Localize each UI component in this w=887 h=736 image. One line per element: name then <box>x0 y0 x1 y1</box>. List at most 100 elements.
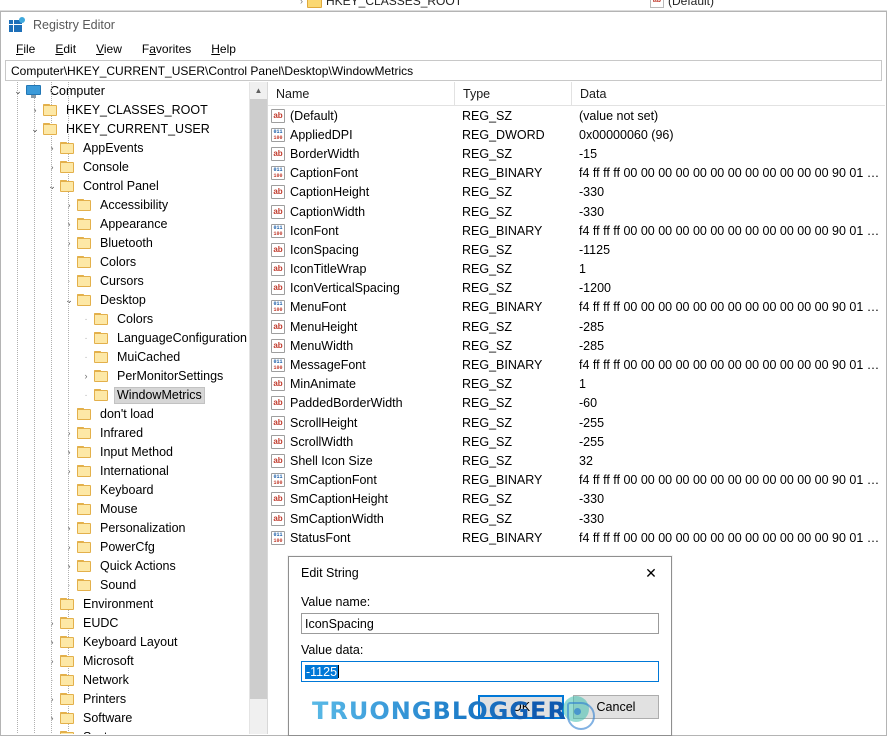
tree-item-bluetooth[interactable]: › Bluetooth <box>2 234 250 253</box>
tree-item-muicached[interactable]: · MuiCached <box>2 348 250 367</box>
table-row[interactable]: Shell Icon Size REG_SZ 32 <box>268 451 885 470</box>
tree-item-don-t-load[interactable]: · don't load <box>2 405 250 424</box>
column-header-name[interactable]: Name <box>268 82 454 105</box>
chevron-right-icon[interactable]: › <box>44 139 60 158</box>
value-name-input[interactable]: IconSpacing <box>301 613 659 634</box>
table-row[interactable]: PaddedBorderWidth REG_SZ -60 <box>268 394 885 413</box>
chevron-right-icon[interactable]: › <box>44 690 60 709</box>
table-row[interactable]: IconTitleWrap REG_SZ 1 <box>268 260 885 279</box>
tree-item-environment[interactable]: · Environment <box>2 595 250 614</box>
table-row[interactable]: 011 100 SmCaptionFont REG_BINARY f4 ff ff ff… <box>268 471 885 490</box>
tree-item-desktop[interactable]: ⌄ Desktop <box>2 291 250 310</box>
tree-item-colors[interactable]: · Colors <box>2 310 250 329</box>
chevron-right-icon[interactable]: › <box>61 424 77 443</box>
table-row[interactable]: IconVerticalSpacing REG_SZ -1200 <box>268 279 885 298</box>
value-data-input[interactable]: -1125 <box>301 661 659 682</box>
chevron-down-icon[interactable]: ⌄ <box>44 177 60 196</box>
table-row[interactable]: 011 100 StatusFont REG_BINARY f4 ff ff ff 00… <box>268 528 885 547</box>
menu-favorites[interactable]: Favorites <box>133 40 200 58</box>
tree-item-mouse[interactable]: · Mouse <box>2 500 250 519</box>
tree-item-computer[interactable]: ⌄ Computer <box>2 82 250 101</box>
table-row[interactable]: 011 100 AppliedDPI REG_DWORD 0x00000060 (96) <box>268 125 885 144</box>
table-row[interactable]: MinAnimate REG_SZ 1 <box>268 375 885 394</box>
chevron-right-icon[interactable]: › <box>27 101 43 120</box>
chevron-right-icon[interactable]: › <box>61 234 77 253</box>
tree-item-printers[interactable]: › Printers <box>2 690 250 709</box>
cancel-button[interactable]: Cancel <box>573 695 659 719</box>
tree-item-personalization[interactable]: › Personalization <box>2 519 250 538</box>
chevron-right-icon[interactable]: › <box>44 728 60 735</box>
tree-item-software[interactable]: › Software <box>2 709 250 728</box>
tree-item-appevents[interactable]: › AppEvents <box>2 139 250 158</box>
table-row[interactable]: 011 100 MenuFont REG_BINARY f4 ff ff ff 00 0… <box>268 298 885 317</box>
tree-item-eudc[interactable]: › EUDC <box>2 614 250 633</box>
chevron-right-icon[interactable]: › <box>44 633 60 652</box>
menu-help[interactable]: Help <box>202 40 245 58</box>
tree-item-accessibility[interactable]: › Accessibility <box>2 196 250 215</box>
cell-data: (value not set) <box>579 108 659 123</box>
tree-item-infrared[interactable]: › Infrared <box>2 424 250 443</box>
cell-data: f4 ff ff ff 00 00 00 00 00 00 00 00 00 0… <box>579 473 885 488</box>
chevron-right-icon[interactable]: › <box>44 158 60 177</box>
tree-item-console[interactable]: › Console <box>2 158 250 177</box>
scrollbar-thumb[interactable] <box>250 99 267 699</box>
tree-item-keyboard[interactable]: · Keyboard <box>2 481 250 500</box>
table-row[interactable]: (Default) REG_SZ (value not set) <box>268 106 885 125</box>
tree-vertical-scrollbar[interactable]: ▲ <box>249 82 267 734</box>
tree-item-languageconfiguration[interactable]: · LanguageConfiguration <box>2 329 250 348</box>
tree-item-appearance[interactable]: › Appearance <box>2 215 250 234</box>
chevron-right-icon[interactable]: › <box>61 443 77 462</box>
table-row[interactable]: 011 100 MessageFont REG_BINARY f4 ff ff ff 0… <box>268 355 885 374</box>
tree-item-hkey-classes-root[interactable]: › HKEY_CLASSES_ROOT <box>2 101 250 120</box>
column-header-data[interactable]: Data <box>571 82 885 105</box>
chevron-right-icon[interactable]: › <box>61 462 77 481</box>
chevron-right-icon[interactable]: › <box>44 614 60 633</box>
chevron-down-icon[interactable]: ⌄ <box>10 82 26 101</box>
chevron-right-icon[interactable]: › <box>78 367 94 386</box>
table-row[interactable]: 011 100 IconFont REG_BINARY f4 ff ff ff 00 0… <box>268 221 885 240</box>
menu-view[interactable]: View <box>87 40 131 58</box>
tree-item-windowmetrics[interactable]: · WindowMetrics <box>2 386 250 405</box>
tree-item-system[interactable]: › System <box>2 728 250 734</box>
tree-item-hkey-current-user[interactable]: ⌄ HKEY_CURRENT_USER <box>2 120 250 139</box>
tree-item-sound[interactable]: · Sound <box>2 576 250 595</box>
column-header-type[interactable]: Type <box>454 82 571 105</box>
tree-item-microsoft[interactable]: › Microsoft <box>2 652 250 671</box>
chevron-right-icon[interactable]: › <box>61 557 77 576</box>
tree-item-colors[interactable]: · Colors <box>2 253 250 272</box>
table-row[interactable]: CaptionHeight REG_SZ -330 <box>268 183 885 202</box>
tree-item-keyboard-layout[interactable]: › Keyboard Layout <box>2 633 250 652</box>
tree-item-powercfg[interactable]: › PowerCfg <box>2 538 250 557</box>
table-row[interactable]: ScrollHeight REG_SZ -255 <box>268 413 885 432</box>
chevron-right-icon[interactable]: › <box>44 709 60 728</box>
table-row[interactable]: SmCaptionWidth REG_SZ -330 <box>268 509 885 528</box>
tree-item-input-method[interactable]: › Input Method <box>2 443 250 462</box>
chevron-right-icon[interactable]: › <box>61 215 77 234</box>
menu-file[interactable]: File <box>7 40 44 58</box>
table-row[interactable]: MenuWidth REG_SZ -285 <box>268 336 885 355</box>
tree-item-quick-actions[interactable]: › Quick Actions <box>2 557 250 576</box>
chevron-right-icon[interactable]: › <box>61 196 77 215</box>
tree-item-permonitorsettings[interactable]: › PerMonitorSettings <box>2 367 250 386</box>
tree-item-international[interactable]: › International <box>2 462 250 481</box>
chevron-right-icon[interactable]: › <box>61 538 77 557</box>
table-row[interactable]: IconSpacing REG_SZ -1125 <box>268 240 885 259</box>
tree-item-network[interactable]: · Network <box>2 671 250 690</box>
ok-button[interactable]: OK <box>478 695 564 719</box>
table-row[interactable]: CaptionWidth REG_SZ -330 <box>268 202 885 221</box>
tree-item-control-panel[interactable]: ⌄ Control Panel <box>2 177 250 196</box>
chevron-down-icon[interactable]: ⌄ <box>61 291 77 310</box>
address-bar[interactable]: Computer\HKEY_CURRENT_USER\Control Panel… <box>5 60 882 81</box>
scroll-up-arrow-icon[interactable]: ▲ <box>250 82 267 99</box>
chevron-down-icon[interactable]: ⌄ <box>27 120 43 139</box>
chevron-right-icon[interactable]: › <box>44 652 60 671</box>
menu-edit[interactable]: Edit <box>46 40 85 58</box>
close-icon[interactable]: ✕ <box>631 558 671 588</box>
table-row[interactable]: MenuHeight REG_SZ -285 <box>268 317 885 336</box>
tree-item-cursors[interactable]: · Cursors <box>2 272 250 291</box>
table-row[interactable]: SmCaptionHeight REG_SZ -330 <box>268 490 885 509</box>
table-row[interactable]: ScrollWidth REG_SZ -255 <box>268 432 885 451</box>
table-row[interactable]: 011 100 CaptionFont REG_BINARY f4 ff ff ff 0… <box>268 164 885 183</box>
chevron-right-icon[interactable]: › <box>61 519 77 538</box>
table-row[interactable]: BorderWidth REG_SZ -15 <box>268 144 885 163</box>
